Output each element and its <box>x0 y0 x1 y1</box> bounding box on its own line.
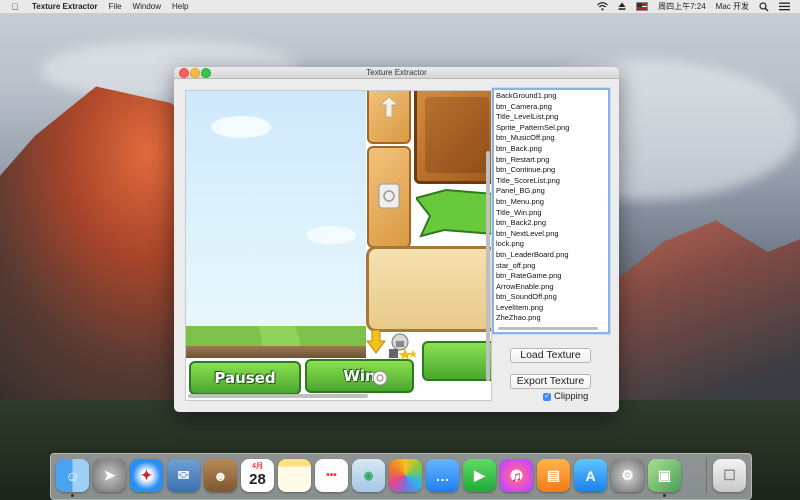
clipping-label: Clipping <box>554 391 589 402</box>
file-list-item[interactable]: Title_LevelList.png <box>496 112 608 123</box>
ibooks-icon[interactable]: ▤ <box>537 459 570 492</box>
file-list-item[interactable]: btn_SoundOff.png <box>496 292 608 303</box>
facetime-icon[interactable]: ▶ <box>463 459 496 492</box>
menubar-clock[interactable]: 周四上午7:24 <box>658 1 706 12</box>
dock: ☺ ➤ ✦ ✉ ☻ 4月 28 ••• ◉ … ▶ ♫ ▤ A ⚙ ▣ ☐ <box>50 453 752 500</box>
file-list-item[interactable]: btn_MusicOff.png <box>496 133 608 144</box>
calendar-icon[interactable]: 4月 28 <box>241 459 274 492</box>
file-list-item[interactable]: ArrowEnable.png <box>496 282 608 293</box>
menubar-user[interactable]: Mac 开发 <box>716 1 749 12</box>
file-list-item[interactable]: star_off.png <box>496 261 608 272</box>
file-list-item[interactable]: Panel_BG.png <box>496 186 608 197</box>
preview-vertical-scrollbar[interactable] <box>486 151 490 381</box>
texture-camera-button <box>367 146 411 248</box>
load-texture-button[interactable]: Load Texture <box>510 348 591 363</box>
file-list-item[interactable]: btn_LeaderBoard.png <box>496 250 608 261</box>
file-list-item[interactable]: Title_ScoreList.png <box>496 176 608 187</box>
file-list-item[interactable]: btn_Camera.png <box>496 102 608 113</box>
file-list-item[interactable]: Sprite_PatternSel.png <box>496 123 608 134</box>
window-titlebar[interactable]: Texture Extractor <box>174 67 619 79</box>
texture-extractor-window: Texture Extractor Paused Win BackGround1… <box>174 67 619 412</box>
texture-extractor-app-icon[interactable]: ▣ <box>648 459 681 492</box>
contacts-icon[interactable]: ☻ <box>204 459 237 492</box>
texture-wood-tile <box>367 91 411 144</box>
star-icon <box>389 348 417 360</box>
checkbox-checked-icon[interactable]: ✓ <box>543 392 551 401</box>
file-list-scrollbar[interactable] <box>498 327 598 330</box>
wifi-icon[interactable] <box>597 2 608 11</box>
texture-ground <box>186 346 366 358</box>
app-store-icon[interactable]: A <box>574 459 607 492</box>
messages-icon[interactable]: … <box>426 459 459 492</box>
file-list-item[interactable]: btn_Menu.png <box>496 197 608 208</box>
reminders-icon[interactable]: ••• <box>315 459 348 492</box>
texture-green-ribbon <box>416 188 491 238</box>
system-preferences-icon[interactable]: ⚙ <box>611 459 644 492</box>
file-list-item[interactable]: Title_Win.png <box>496 208 608 219</box>
file-list-item[interactable]: btn_NextLevel.png <box>496 229 608 240</box>
safari-icon[interactable]: ✦ <box>130 459 163 492</box>
texture-parchment-panel <box>366 246 491 332</box>
photo-booth-icon[interactable]: ◉ <box>352 459 385 492</box>
menu-bar:  Texture Extractor File Window Help 周四上… <box>0 0 800 13</box>
running-indicator <box>663 494 666 497</box>
file-list-item[interactable]: ZheZhao.png <box>496 313 608 324</box>
arrow-down-icon <box>366 329 386 354</box>
file-list-item[interactable]: lock.png <box>496 239 608 250</box>
texture-cloud <box>211 116 271 138</box>
texture-preview[interactable]: Paused Win <box>185 90 492 401</box>
file-list-item[interactable]: btn_Back.png <box>496 144 608 155</box>
texture-wood-panel-inner <box>425 97 489 173</box>
trash-icon[interactable]: ☐ <box>713 459 746 492</box>
eject-icon[interactable] <box>618 2 626 11</box>
texture-cloud <box>306 226 356 244</box>
apple-menu-icon[interactable]:  <box>10 2 20 12</box>
texture-sky-background <box>186 91 366 336</box>
notification-center-icon[interactable] <box>779 2 790 11</box>
texture-hills <box>186 326 366 348</box>
file-list-item[interactable]: LevelItem.png <box>496 303 608 314</box>
arrow-up-icon <box>379 96 399 118</box>
photos-icon[interactable] <box>389 459 422 492</box>
preview-horizontal-scrollbar[interactable] <box>188 394 368 398</box>
file-list-item[interactable]: btn_Restart.png <box>496 155 608 166</box>
export-texture-button[interactable]: Export Texture <box>510 374 591 389</box>
menu-window[interactable]: Window <box>133 2 161 11</box>
camera-icon <box>378 183 400 209</box>
texture-next-ribbon <box>422 341 491 381</box>
texture-wood-panel <box>414 91 491 184</box>
file-list-item[interactable]: BackGround1.png <box>496 91 608 102</box>
sound-off-icon <box>372 370 388 386</box>
dock-separator <box>706 458 707 494</box>
file-list-item[interactable]: btn_Back2.png <box>496 218 608 229</box>
us-flag-input-icon[interactable] <box>636 2 649 11</box>
window-title: Texture Extractor <box>366 68 427 77</box>
mail-icon[interactable]: ✉ <box>167 459 200 492</box>
spotlight-search-icon[interactable] <box>759 1 769 12</box>
clipping-checkbox[interactable]: ✓ Clipping <box>543 391 588 402</box>
file-list-item[interactable]: btn_Continue.png <box>496 165 608 176</box>
texture-win-ribbon: Win <box>305 359 414 393</box>
running-indicator <box>71 494 74 497</box>
itunes-icon[interactable]: ♫ <box>500 459 533 492</box>
texture-paused-ribbon: Paused <box>189 361 301 395</box>
texture-file-list[interactable]: BackGround1.png btn_Camera.png Title_Level… <box>492 88 610 334</box>
launchpad-icon[interactable]: ➤ <box>93 459 126 492</box>
finder-icon[interactable]: ☺ <box>56 459 89 492</box>
notes-icon[interactable] <box>278 459 311 492</box>
menu-file[interactable]: File <box>109 2 122 11</box>
menu-app-name[interactable]: Texture Extractor <box>32 2 98 11</box>
file-list-item[interactable]: btn_RateGame.png <box>496 271 608 282</box>
menu-help[interactable]: Help <box>172 2 188 11</box>
calendar-month: 4月 <box>252 463 263 470</box>
calendar-day: 28 <box>249 471 266 488</box>
